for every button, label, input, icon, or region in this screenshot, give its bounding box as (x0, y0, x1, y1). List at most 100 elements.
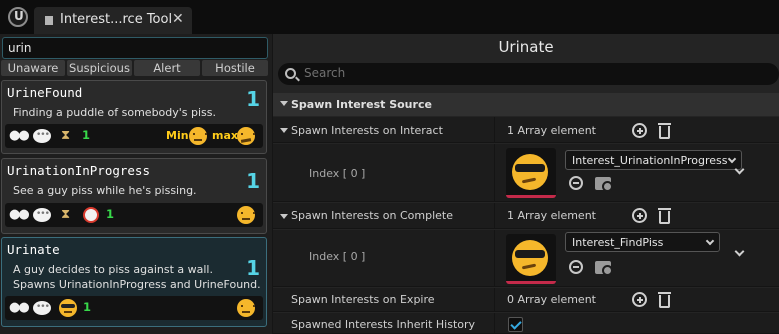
tab-label: Interest...rce Tool (60, 12, 173, 27)
asset-type-bar (506, 195, 556, 198)
browse-to-asset-icon[interactable] (595, 177, 613, 192)
filter-input[interactable]: urin (2, 37, 268, 59)
asset-type-bar (506, 281, 556, 284)
card-description: Finding a puddle of somebody's piss. (13, 106, 217, 119)
use-selected-asset-icon[interactable] (569, 260, 583, 274)
search-placeholder: Search (304, 66, 346, 80)
expand-arrow-icon[interactable] (280, 214, 288, 219)
state-unaware-button[interactable]: Unaware (1, 60, 65, 76)
section-spawn-interest-source[interactable]: Spawn Interest Source (273, 93, 779, 116)
card-icon-row: ●● ⧗ 1 (5, 203, 263, 227)
delete-elements-icon[interactable] (658, 208, 671, 224)
thinking-face-icon (237, 127, 255, 145)
card-title: Urinate (7, 242, 60, 257)
chevron-down-icon (727, 154, 737, 164)
collapse-arrow-icon[interactable] (280, 101, 288, 106)
state-hostile-button[interactable]: Hostile (202, 60, 268, 76)
tab-close-icon[interactable]: ✕ (172, 11, 184, 27)
card-icon-row: ●● ⧗ 1 Min max (5, 124, 263, 148)
property-label: Spawn Interests on Interact (291, 124, 443, 137)
column-divider[interactable] (494, 117, 495, 142)
duration-value: 1 (83, 300, 92, 314)
card-count: 1 (246, 87, 260, 111)
card-count: 1 (246, 169, 260, 193)
column-divider[interactable] (494, 203, 495, 228)
row-complete-index-0: Index [ 0 ] Interest_FindPiss (273, 230, 779, 287)
unreal-logo-icon[interactable] (8, 7, 28, 27)
add-element-icon[interactable] (632, 208, 647, 223)
state-alert-button[interactable]: Alert (134, 60, 200, 76)
cool-face-icon (512, 240, 548, 276)
array-count: 1 Array element (507, 209, 596, 222)
details-search-input[interactable]: Search (278, 63, 779, 85)
cool-face-icon (59, 299, 77, 317)
asset-name: Interest_UrinationInProgress (572, 154, 728, 167)
index-label: Index [ 0 ] (309, 250, 366, 263)
interest-card-urinationinprogress[interactable]: UrinationInProgress 1 See a guy piss whi… (1, 158, 267, 234)
alarm-clock-icon (83, 207, 99, 223)
eyes-icon: ●● (9, 300, 30, 315)
tool-tab-icon (45, 16, 53, 25)
duration-value: 1 (106, 207, 115, 221)
details-title: Urinate (498, 38, 554, 56)
row-interact-index-0: Index [ 0 ] Interest_UrinationInProgress (273, 144, 779, 202)
use-selected-asset-icon[interactable] (569, 176, 583, 190)
awareness-state-bar: Unaware Suspicious Alert Hostile (0, 60, 272, 76)
card-description-line-2: Spawns UrinationInProgress and UrineFoun… (13, 278, 261, 291)
interest-card-urinate[interactable]: Urinate 1 A guy decides to piss against … (1, 237, 267, 327)
array-count: 0 Array element (507, 293, 596, 306)
add-element-icon[interactable] (632, 292, 647, 307)
index-label: Index [ 0 ] (309, 167, 366, 180)
search-icon (285, 68, 296, 79)
filter-value: urin (8, 41, 32, 55)
state-suspicious-button[interactable]: Suspicious (67, 60, 132, 76)
row-spawn-on-expire: Spawn Interests on Expire 0 Array elemen… (273, 288, 779, 312)
delete-elements-icon[interactable] (658, 292, 671, 308)
card-title: UrinationInProgress (7, 163, 150, 178)
neutral-face-icon (237, 299, 255, 317)
chevron-down-icon (705, 236, 715, 246)
asset-name: Interest_FindPiss (572, 236, 664, 249)
asset-thumbnail[interactable] (506, 234, 556, 284)
hourglass-icon: ⧗ (61, 207, 71, 222)
neutral-face-icon (189, 127, 207, 145)
duration-value: 1 (82, 128, 91, 142)
asset-picker-combo[interactable]: Interest_UrinationInProgress (565, 150, 742, 170)
column-divider[interactable] (494, 230, 495, 286)
card-icon-row: ●● 1 (5, 296, 263, 320)
app-window: Interest...rce Tool ✕ urin Unaware Suspi… (0, 0, 779, 334)
property-label: Spawn Interests on Expire (291, 293, 435, 306)
expand-arrow-icon[interactable] (280, 128, 288, 133)
card-title: UrineFound (7, 85, 83, 100)
inherit-history-checkbox[interactable] (508, 317, 523, 332)
row-spawn-on-complete: Spawn Interests on Complete 1 Array elem… (273, 203, 779, 229)
column-divider[interactable] (494, 288, 495, 311)
section-label: Spawn Interest Source (291, 98, 432, 111)
add-element-icon[interactable] (632, 123, 647, 138)
card-description-line-1: A guy decides to piss against a wall. (13, 263, 213, 276)
browse-to-asset-icon[interactable] (595, 261, 613, 276)
card-description: See a guy piss while he's pissing. (13, 184, 197, 197)
eyes-icon: ●● (9, 128, 30, 143)
tab-interest-source-tool[interactable]: Interest...rce Tool ✕ (34, 7, 192, 34)
property-label: Spawn Interests on Complete (291, 209, 453, 222)
speech-bubble-icon (33, 126, 51, 144)
speech-bubble-icon (33, 205, 51, 223)
hourglass-icon: ⧗ (61, 128, 71, 143)
asset-thumbnail[interactable] (506, 148, 556, 198)
asset-picker-combo[interactable]: Interest_FindPiss (565, 232, 720, 252)
cool-face-icon (512, 154, 548, 190)
interest-list-panel: urin Unaware Suspicious Alert Hostile Ur… (0, 34, 272, 334)
delete-elements-icon[interactable] (658, 123, 671, 139)
details-panel: Urinate Search Spawn Interest Source Spa… (273, 34, 779, 334)
array-count: 1 Array element (507, 124, 596, 137)
property-label: Spawned Interests Inherit History (291, 318, 476, 331)
column-divider[interactable] (494, 144, 495, 201)
expand-chevron-icon[interactable] (734, 246, 745, 257)
eyes-icon: ●● (9, 207, 30, 222)
interest-card-urinefound[interactable]: UrineFound 1 Finding a puddle of somebod… (1, 80, 267, 154)
max-label: max (212, 129, 238, 142)
expand-chevron-icon[interactable] (734, 164, 745, 175)
column-divider[interactable] (494, 313, 495, 333)
title-bar: Interest...rce Tool ✕ (0, 0, 779, 34)
